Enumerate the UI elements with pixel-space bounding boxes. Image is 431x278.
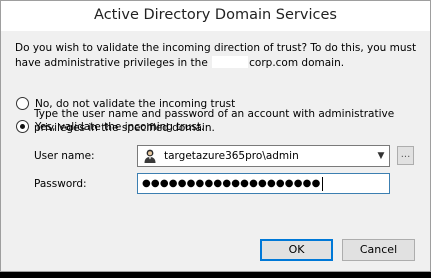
question-text-end: corp.com domain. — [249, 57, 345, 69]
username-label: User name: — [34, 150, 95, 162]
title-bar[interactable]: Active Directory Domain Services — [1, 1, 430, 31]
radio-button-yes[interactable] — [16, 120, 29, 133]
username-combobox[interactable]: targetazure365pro\admin ▼ — [137, 145, 390, 167]
radio-button-no[interactable] — [16, 97, 29, 110]
cancel-button[interactable]: Cancel — [342, 239, 415, 261]
username-value: targetazure365pro\admin — [164, 150, 299, 162]
redacted-domain — [212, 56, 249, 68]
password-label: Password: — [34, 178, 87, 190]
dialog-window: Active Directory Domain Services Do you … — [0, 0, 431, 272]
user-icon — [144, 149, 156, 163]
ok-button[interactable]: OK — [260, 239, 333, 261]
text-caret — [321, 176, 323, 191]
browse-button[interactable]: ... — [397, 146, 414, 165]
password-field[interactable]: ●●●●●●●●●●●●●●●●●●●● — [137, 173, 390, 194]
credential-instruction: Type the user name and password of an ac… — [34, 108, 395, 134]
dialog-content: Do you wish to validate the incoming dir… — [1, 31, 430, 271]
chevron-down-icon[interactable]: ▼ — [373, 151, 389, 161]
validation-question: Do you wish to validate the incoming dir… — [15, 41, 420, 71]
dialog-title: Active Directory Domain Services — [94, 7, 337, 23]
password-masked-value: ●●●●●●●●●●●●●●●●●●●● — [142, 178, 321, 189]
